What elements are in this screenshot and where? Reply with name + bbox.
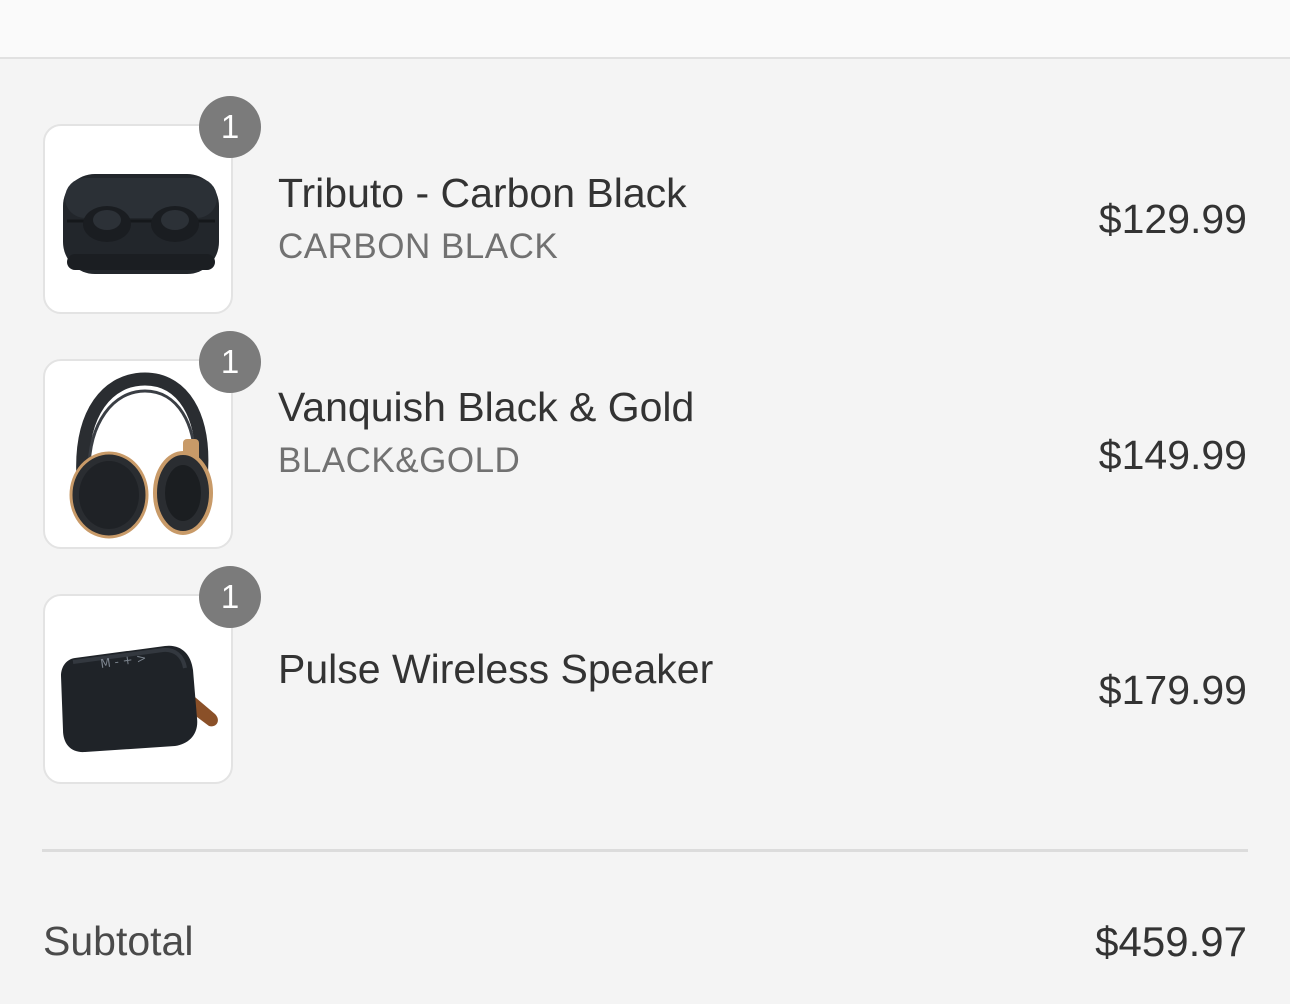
product-thumbnail <box>43 124 233 314</box>
list-item: M - + > 1 Pulse Wireless Speaker $179.99 <box>0 566 1290 786</box>
speaker-icon: M - + > <box>61 645 218 753</box>
subtotal-value: $459.97 <box>1095 918 1247 965</box>
divider <box>42 849 1248 852</box>
product-name: Vanquish Black & Gold <box>278 384 695 430</box>
product-variant: CARBON BLACK <box>278 227 559 266</box>
product-variant: BLACK&GOLD <box>278 441 521 480</box>
earbuds-case-icon <box>63 174 219 274</box>
product-name: Pulse Wireless Speaker <box>278 646 714 692</box>
product-price: $149.99 <box>1098 432 1247 478</box>
product-name: Tributo - Carbon Black <box>278 170 687 216</box>
top-bar <box>0 0 1290 59</box>
product-thumbnail: M - + > <box>43 594 233 784</box>
product-price: $129.99 <box>1098 196 1247 242</box>
list-item: 1 Tributo - Carbon Black CARBON BLACK $1… <box>0 96 1290 316</box>
headphones-icon <box>69 372 213 539</box>
list-item: 1 Vanquish Black & Gold BLACK&GOLD $149.… <box>0 331 1290 551</box>
product-price: $179.99 <box>1098 667 1247 713</box>
product-thumbnail <box>43 359 233 549</box>
quantity-badge: 1 <box>199 566 261 628</box>
quantity-badge: 1 <box>199 331 261 393</box>
quantity-badge: 1 <box>199 96 261 158</box>
subtotal-label: Subtotal <box>43 918 194 964</box>
